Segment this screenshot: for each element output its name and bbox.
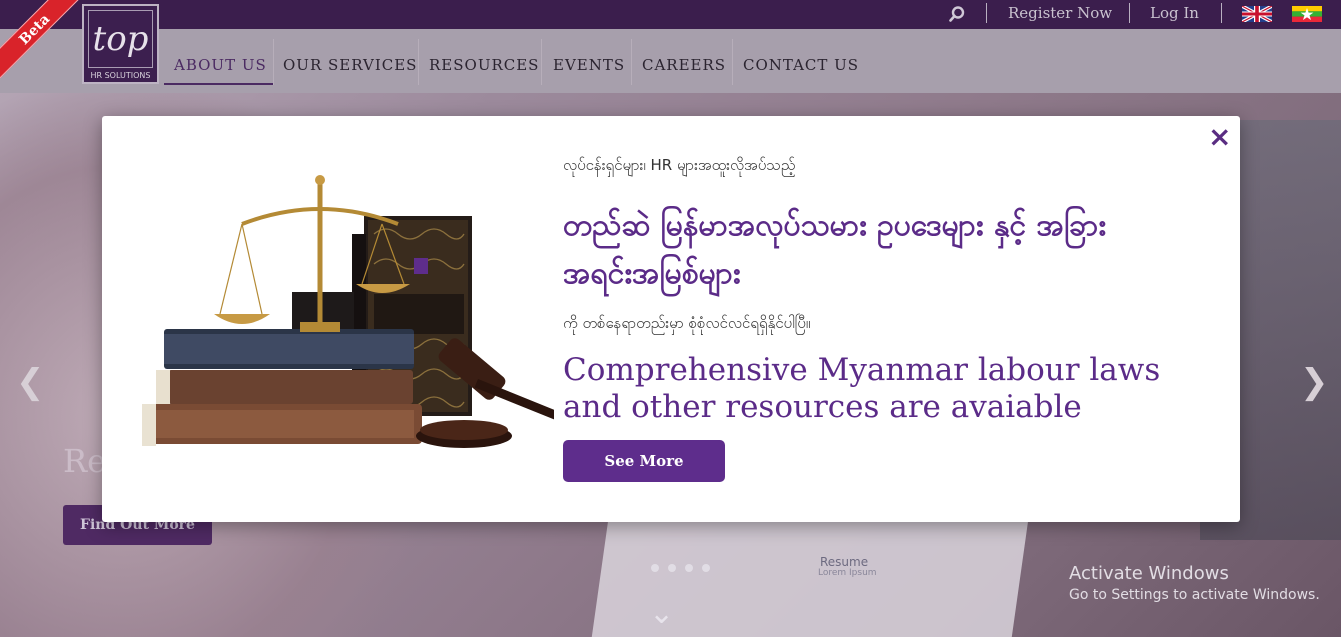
nav-active-underline [164, 83, 273, 85]
search-icon[interactable] [949, 6, 965, 22]
nav-divider [732, 39, 733, 85]
watermark-title: Activate Windows [1069, 563, 1229, 584]
hero-heading: Re [63, 442, 103, 480]
nav-our-services[interactable]: OUR SERVICES [283, 56, 417, 74]
carousel-dots [651, 564, 710, 572]
watermark-subtitle: Go to Settings to activate Windows. [1069, 587, 1320, 603]
nav-events[interactable]: EVENTS [553, 56, 625, 74]
topbar-divider [1221, 3, 1222, 23]
top-bar: Register Now Log In [0, 0, 1341, 29]
carousel-dot[interactable] [668, 564, 676, 572]
nav-divider [541, 39, 542, 85]
nav-careers[interactable]: CAREERS [642, 56, 726, 74]
modal-headline-myanmar: တည်ဆဲ မြန်မာအလုပ်သမား ဥပဒေများ နှင့် အခြ… [563, 208, 1106, 291]
carousel-dot[interactable] [685, 564, 693, 572]
close-icon[interactable]: × [1208, 123, 1231, 151]
register-link[interactable]: Register Now [1008, 4, 1112, 22]
windows-activation-watermark: Activate Windows Go to Settings to activ… [1069, 563, 1320, 603]
nav-contact-us[interactable]: CONTACT US [743, 56, 859, 74]
beta-ribbon: Beta [0, 0, 90, 90]
modal-intro-myanmar: လုပ်ငန်းရှင်များ၊ HR များအထူးလိုအပ်သည့် [563, 156, 796, 174]
topbar-divider [986, 3, 987, 23]
chevron-left-icon[interactable]: ❮ [16, 362, 45, 402]
resume-title: Resume [820, 555, 869, 569]
company-logo[interactable]: top HR SOLUTIONS [82, 4, 159, 84]
carousel-dot[interactable] [651, 564, 659, 572]
topbar-divider [1129, 3, 1130, 23]
english-flag-icon[interactable] [1242, 6, 1272, 22]
see-more-button[interactable]: See More [563, 440, 725, 482]
law-books-illustration [142, 175, 554, 448]
nav-resources[interactable]: RESOURCES [429, 56, 539, 74]
main-navigation: ABOUT US OUR SERVICES RESOURCES EVENTS C… [0, 29, 1341, 93]
modal-subline-myanmar: ကို တစ်နေရာတည်းမှာ စုံစုံလင်လင်ရရှိနိုင်… [563, 314, 811, 332]
beta-label: Beta [0, 0, 85, 80]
resume-subtitle: Lorem Ipsum [818, 568, 877, 578]
promo-modal: × လုပ်ငန်းရှင်များ၊ HR များအထူးလိုအပ်သည့… [102, 116, 1240, 522]
nav-divider [418, 39, 419, 85]
login-link[interactable]: Log In [1150, 4, 1199, 22]
nav-divider [273, 39, 274, 85]
myanmar-flag-icon[interactable] [1292, 6, 1322, 22]
nav-about-us[interactable]: ABOUT US [174, 56, 267, 74]
chevron-down-icon[interactable]: ⌄ [649, 596, 674, 631]
nav-divider [631, 39, 632, 85]
carousel-dot[interactable] [702, 564, 710, 572]
modal-headline-english: Comprehensive Myanmar labour laws and ot… [563, 352, 1161, 425]
chevron-right-icon[interactable]: ❯ [1300, 362, 1329, 402]
logo-mark: top [88, 10, 153, 68]
logo-subtitle: HR SOLUTIONS [90, 71, 151, 80]
